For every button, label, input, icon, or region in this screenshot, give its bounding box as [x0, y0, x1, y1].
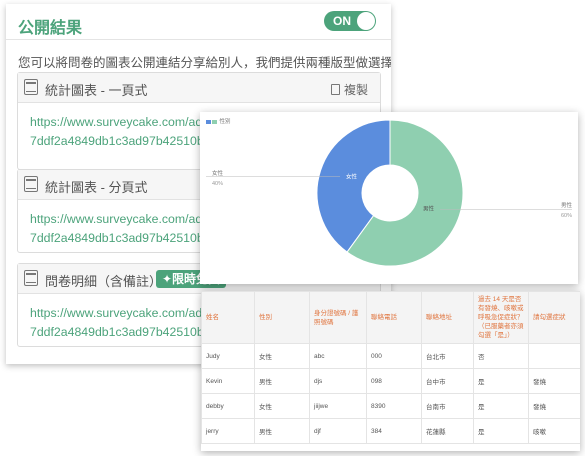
table-cell: 女性 [254, 343, 310, 369]
table-cell: 否 [473, 343, 529, 369]
table-header-cell: 姓名 [201, 291, 255, 344]
table-cell: 咳嗽 [528, 418, 580, 444]
outer-label-female: 女性 [212, 169, 224, 177]
table-header-cell: 性別 [254, 291, 310, 344]
table-header-cell: 請勾選症狀 [528, 291, 580, 344]
table-cell: 台北市 [421, 343, 474, 369]
response-table: 姓名 性別 身分證號碼 / 護照號碼 聯絡電話 聯絡地址 過去 14 天是否有發燒、咳嗽或… [201, 291, 580, 444]
table-cell: 女性 [254, 393, 310, 419]
table-row: Judy 女性 abc 000 台北市否 [201, 343, 580, 369]
table-cell: 是 [473, 393, 529, 419]
share-link[interactable]: https://www.surveycake.com/admin/t 7ddf2… [30, 304, 229, 342]
table-header-cell: 過去 14 天是否有發燒、咳嗽或呼吸急促症狀？（已服藥者亦須勾選「是」） [473, 291, 529, 344]
table-row: jerry 男性 djf 384 花蓮縣是咳嗽 [201, 418, 580, 444]
table-cell: debby [201, 393, 255, 419]
table-row: debby 女性 jiijwe 8390 台南市是發燒 [201, 393, 580, 419]
table-cell: 384 [366, 418, 422, 444]
panel-title: 公開結果 [18, 20, 83, 37]
table-cell: jerry [201, 418, 255, 444]
card-header: 統計圖表 - 一頁式 複製 [18, 73, 380, 103]
table-row: Kevin 男性 djs 098 台中市是發燒 [201, 368, 580, 394]
outer-label-male: 男性 [561, 201, 573, 209]
link-line: 7ddf2a4849db1c3ad97b42510b3 [30, 325, 211, 339]
table-cell [528, 343, 580, 369]
divider [6, 39, 391, 40]
document-icon [24, 270, 38, 286]
card-title: 統計圖表 - 一頁式 [45, 83, 148, 98]
table-cell: 花蓮縣 [421, 418, 474, 444]
table-header-cell: 聯絡電話 [366, 291, 422, 344]
table-cell: Judy [201, 343, 255, 369]
copy-label: 複製 [343, 83, 368, 97]
table-cell: 台南市 [421, 393, 474, 419]
copy-button[interactable]: 複製 [330, 81, 368, 98]
table-header-cell: 聯絡地址 [421, 291, 474, 344]
table-cell: 發燒 [528, 393, 580, 419]
table-cell: 8390 [366, 393, 422, 419]
table-cell: 是 [473, 368, 529, 394]
table-header-cell: 身分證號碼 / 護照號碼 [309, 291, 367, 344]
slice-label-male: 男性 [423, 205, 435, 213]
table-cell: abc [309, 343, 367, 369]
link-line: https://www.surveycake.com/admin/t [30, 306, 229, 320]
response-table-window: 姓名 性別 身分證號碼 / 護照號碼 聯絡電話 聯絡地址 過去 14 天是否有發燒、咳嗽或… [201, 291, 580, 451]
table-cell: djf [309, 418, 367, 444]
table-cell: 發燒 [528, 368, 580, 394]
panel-description: 您可以將問卷的圖表公開連結分享給別人，我們提供兩種版型做選擇。 [18, 56, 391, 70]
document-icon [24, 176, 38, 192]
document-icon [24, 79, 38, 95]
chart-preview-window: 性別 女性 40% 女性 男性 60% 男性 [200, 112, 578, 284]
toggle-knob [357, 12, 375, 30]
table-cell: 男性 [254, 418, 310, 444]
table-cell: djs [309, 368, 367, 394]
table-cell: 男性 [254, 368, 310, 394]
toggle-label: ON [333, 14, 351, 28]
table-cell: 是 [473, 418, 529, 444]
table-header-row: 姓名 性別 身分證號碼 / 護照號碼 聯絡電話 聯絡地址 過去 14 天是否有發燒、咳嗽或… [201, 291, 580, 344]
card-title: 統計圖表 - 分頁式 [45, 180, 148, 195]
table-cell: 098 [366, 368, 422, 394]
slice-label-female: 女性 [346, 172, 358, 180]
public-toggle[interactable]: ON [324, 11, 376, 31]
percent-label-female: 40% [212, 181, 223, 187]
table-cell: Kevin [201, 368, 255, 394]
copy-icon [330, 84, 340, 95]
table-cell: 000 [366, 343, 422, 369]
card-title: 問卷明細（含備註） [45, 274, 163, 289]
percent-label-male: 60% [561, 213, 572, 219]
table-cell: jiijwe [309, 393, 367, 419]
table-body: Judy 女性 abc 000 台北市否 Kevin 男性 djs 098 台中市是發燒 debby… [201, 343, 580, 444]
donut-chart: 女性 40% 女性男性 60% 男性 [206, 119, 573, 267]
table-cell: 台中市 [421, 368, 474, 394]
